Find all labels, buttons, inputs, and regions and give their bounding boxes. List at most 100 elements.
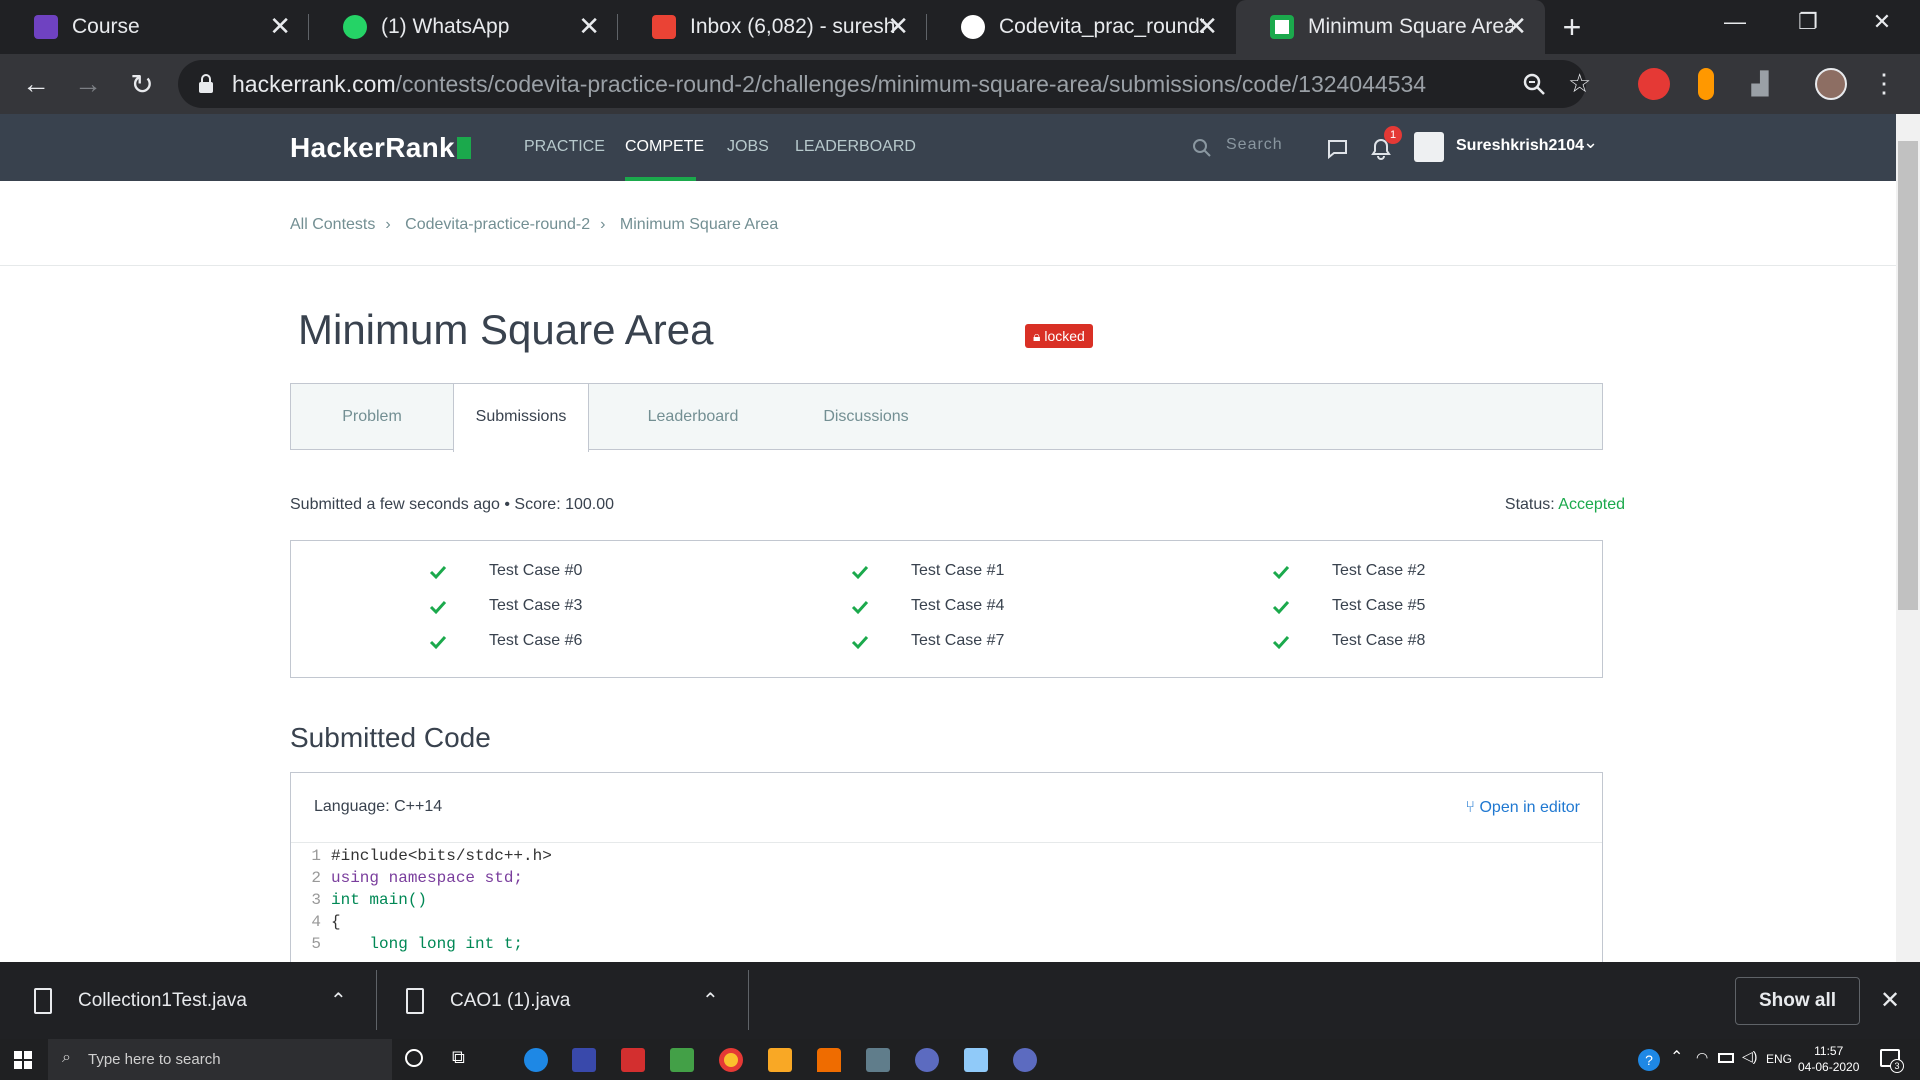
check-icon: [851, 600, 869, 615]
taskbar-search-placeholder: Type here to search: [88, 1051, 221, 1068]
help-icon[interactable]: ?: [1638, 1049, 1660, 1071]
tab-title: Minimum Square Area: [1308, 15, 1513, 38]
chevron-up-icon[interactable]: ⌃: [702, 988, 719, 1013]
camera-icon[interactable]: [866, 1048, 890, 1072]
restore-icon[interactable]: ❐: [1770, 0, 1846, 44]
check-icon: [1272, 565, 1290, 580]
menu-icon[interactable]: ⋮: [1868, 68, 1900, 100]
username-menu[interactable]: Sureshkrish2104: [1456, 137, 1584, 155]
edge-icon[interactable]: [524, 1048, 548, 1072]
check-icon: [429, 635, 447, 650]
extension-icon[interactable]: [1698, 68, 1714, 100]
tab-discussions[interactable]: Discussions: [801, 384, 931, 451]
close-tab-icon[interactable]: ✕: [269, 12, 291, 40]
download-item[interactable]: CAO1 (1).java ⌃: [406, 962, 719, 1039]
back-icon[interactable]: ←: [18, 66, 54, 102]
zoom-icon[interactable]: [1522, 72, 1546, 96]
download-item[interactable]: Collection1Test.java ⌃: [34, 962, 347, 1039]
locked-badge: 🔒︎ locked: [1025, 324, 1093, 348]
vlc-icon[interactable]: [817, 1048, 841, 1072]
messages-icon[interactable]: [1326, 138, 1348, 160]
locked-label: locked: [1044, 328, 1085, 344]
nav-compete[interactable]: COMPETE: [625, 138, 704, 156]
breadcrumb-contest[interactable]: Codevita-practice-round-2: [405, 216, 590, 233]
download-bar: Collection1Test.java ⌃ CAO1 (1).java ⌃ S…: [0, 962, 1920, 1039]
taskbar-search[interactable]: ⌕ Type here to search: [48, 1039, 392, 1080]
address-bar[interactable]: hackerrank.com/contests/codevita-practic…: [178, 60, 1591, 108]
close-tab-icon[interactable]: ✕: [887, 12, 909, 40]
nav-practice[interactable]: PRACTICE: [524, 138, 605, 156]
wifi-icon[interactable]: ◠: [1696, 1049, 1708, 1066]
browser-tab[interactable]: (1) WhatsApp ✕: [309, 0, 618, 54]
submission-status: Status: Accepted: [1505, 496, 1625, 514]
submitted-code-heading: Submitted Code: [290, 722, 491, 753]
show-all-button[interactable]: Show all: [1735, 977, 1860, 1025]
tab-leaderboard[interactable]: Leaderboard: [621, 384, 765, 451]
browser-tab[interactable]: Course ✕: [0, 0, 309, 54]
acrobat-icon[interactable]: [621, 1048, 645, 1072]
task-view-icon[interactable]: ⧉: [452, 1047, 465, 1068]
eclipse-icon[interactable]: [915, 1048, 939, 1072]
analytics-extension-icon[interactable]: ▟: [1744, 68, 1776, 100]
check-icon: [851, 565, 869, 580]
new-tab-button[interactable]: +: [1545, 0, 1599, 54]
line-number: 1: [311, 847, 321, 865]
extension-icon[interactable]: [1638, 68, 1670, 100]
check-icon: [1272, 635, 1290, 650]
tab-title: Codevita_prac_round2/: [999, 15, 1204, 38]
bookmark-star-icon[interactable]: ☆: [1568, 68, 1591, 99]
app-icon[interactable]: [964, 1048, 988, 1072]
check-icon: [851, 635, 869, 650]
lock-icon: [199, 74, 213, 93]
close-download-bar-icon[interactable]: ✕: [1880, 986, 1900, 1015]
reload-icon[interactable]: ↻: [124, 66, 160, 102]
chevron-down-icon[interactable]: ⌄: [1583, 132, 1598, 153]
hackerrank-logo[interactable]: HackerRank: [290, 132, 471, 164]
check-icon: [429, 600, 447, 615]
tab-submissions[interactable]: Submissions: [453, 383, 589, 452]
test-case-label: Test Case #8: [1332, 632, 1426, 649]
chrome-icon[interactable]: [719, 1048, 743, 1072]
open-in-editor-link[interactable]: ⑂ Open in editor: [1465, 799, 1580, 817]
breadcrumb-challenge: Minimum Square Area: [619, 216, 779, 233]
code-line: long long int t;: [331, 935, 524, 953]
volume-icon[interactable]: ◁): [1742, 1048, 1757, 1065]
code-line: #include<bits/stdc++.h>: [331, 847, 552, 865]
code-panel-header: Language: C++14 ⑂ Open in editor: [291, 773, 1602, 843]
file-explorer-icon[interactable]: [768, 1048, 792, 1072]
nav-jobs[interactable]: JOBS: [727, 138, 769, 156]
battery-icon[interactable]: [1718, 1053, 1734, 1063]
windows-start-icon[interactable]: [14, 1051, 32, 1069]
code-line: int main(): [331, 891, 428, 909]
close-tab-icon[interactable]: ✕: [1505, 12, 1527, 40]
cortana-icon[interactable]: [405, 1049, 423, 1067]
tab-problem[interactable]: Problem: [291, 384, 453, 451]
excel-icon[interactable]: [670, 1048, 694, 1072]
chevron-right-icon: ›: [600, 216, 606, 233]
close-tab-icon[interactable]: ✕: [1196, 12, 1218, 40]
close-tab-icon[interactable]: ✕: [578, 12, 600, 40]
forward-icon[interactable]: →: [70, 66, 106, 102]
divider: [0, 265, 1896, 266]
scrollbar-thumb[interactable]: [1898, 141, 1918, 610]
browser-toolbar: ← → ↻ hackerrank.com/contests/codevita-p…: [0, 54, 1920, 114]
user-avatar[interactable]: [1414, 132, 1444, 162]
hr-search-input[interactable]: Search: [1226, 136, 1283, 154]
minimize-icon[interactable]: —: [1697, 0, 1773, 44]
eclipse-icon[interactable]: [1013, 1048, 1037, 1072]
tray-chevron-icon[interactable]: ⌃: [1670, 1047, 1683, 1067]
nav-leaderboard[interactable]: LEADERBOARD: [795, 138, 916, 156]
page-title: Minimum Square Area: [298, 306, 714, 353]
chevron-up-icon[interactable]: ⌃: [330, 988, 347, 1013]
browser-tab-active[interactable]: Minimum Square Area ✕: [1236, 0, 1545, 54]
taskbar-clock[interactable]: 11:57 04-06-2020: [1798, 1043, 1859, 1075]
browser-tab[interactable]: Inbox (6,082) - sureshkr ✕: [618, 0, 927, 54]
window-close-icon[interactable]: ✕: [1844, 0, 1920, 44]
profile-avatar[interactable]: [1815, 68, 1847, 100]
test-case-label: Test Case #6: [489, 632, 583, 649]
breadcrumb-all-contests[interactable]: All Contests: [290, 216, 375, 233]
browser-tab[interactable]: Codevita_prac_round2/ ✕: [927, 0, 1236, 54]
language-indicator[interactable]: ENG: [1766, 1052, 1792, 1066]
notification-badge: 1: [1384, 126, 1402, 144]
devcpp-icon[interactable]: [572, 1048, 596, 1072]
